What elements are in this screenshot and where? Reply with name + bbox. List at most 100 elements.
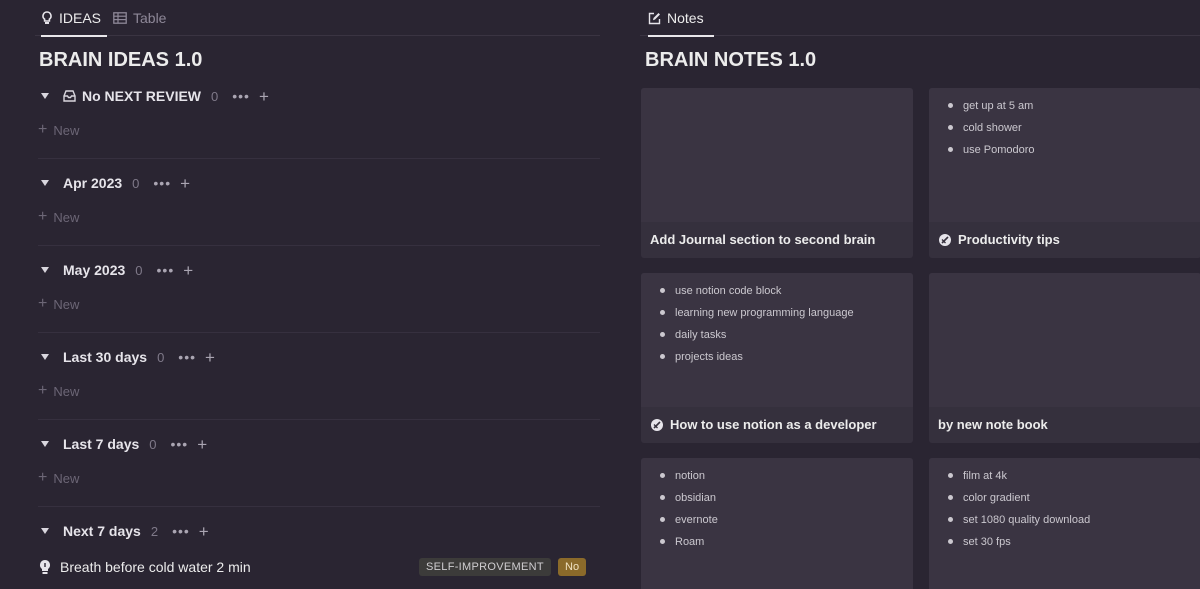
new-label: New (53, 470, 80, 486)
list-item: learning new programming language (657, 305, 913, 327)
note-card[interactable]: by new note book (929, 273, 1200, 443)
plus-icon: + (38, 121, 48, 138)
divider (38, 506, 600, 507)
group-header[interactable]: No NEXT REVIEW 0 ••• + (38, 86, 269, 106)
list-item: notion (657, 468, 913, 490)
list-item: set 30 fps (945, 534, 1200, 556)
add-item-icon[interactable]: + (180, 175, 190, 192)
plus-icon: + (38, 208, 48, 225)
note-card[interactable]: Add Journal section to second brain (641, 88, 913, 258)
card-preview (929, 273, 1200, 407)
tab-label: Notes (667, 10, 704, 26)
group-title: Last 7 days (63, 436, 140, 452)
inbox-icon (63, 90, 76, 102)
note-card[interactable]: get up at 5 am cold shower use Pomodoro … (929, 88, 1200, 258)
more-options-icon[interactable]: ••• (157, 262, 175, 278)
card-title-text: How to use notion as a developer (670, 417, 877, 432)
edit-icon (648, 12, 661, 24)
card-title: Add Journal section to second brain (650, 232, 875, 247)
new-label: New (53, 383, 80, 399)
new-label: New (53, 209, 80, 225)
group-header[interactable]: May 2023 0 ••• + (38, 260, 193, 280)
tab-table[interactable]: Table (113, 0, 173, 36)
new-item-button[interactable]: + New (38, 469, 79, 487)
status-badge: No (558, 558, 587, 576)
add-item-icon[interactable]: + (183, 262, 193, 279)
group-count: 2 (150, 523, 159, 539)
list-item: Roam (657, 534, 913, 556)
notion-logo-icon (939, 233, 951, 246)
list-item: get up at 5 am (945, 98, 1200, 120)
tab-label: IDEAS (59, 10, 102, 26)
caret-down-icon[interactable] (41, 93, 49, 99)
list-item[interactable]: Breath before cold water 2 min SELF-IMPR… (38, 557, 598, 577)
group-count: 0 (135, 262, 143, 278)
add-item-icon[interactable]: + (205, 349, 215, 366)
more-options-icon[interactable]: ••• (232, 88, 250, 104)
divider (38, 158, 600, 159)
caret-down-icon[interactable] (41, 267, 49, 273)
group-title: May 2023 (63, 262, 126, 278)
notion-logo-icon (651, 418, 663, 431)
divider (38, 245, 600, 246)
bullet-list: get up at 5 am cold shower use Pomodoro (929, 88, 1200, 164)
bullet-list: film at 4k color gradient set 1080 quali… (929, 458, 1200, 556)
bullet-list: use notion code block learning new progr… (641, 273, 913, 371)
ideas-view-tabs: IDEAS Table (35, 0, 600, 37)
note-card[interactable]: use notion code block learning new progr… (641, 273, 913, 443)
caret-down-icon[interactable] (41, 354, 49, 360)
list-item: evernote (657, 512, 913, 534)
list-item: daily tasks (657, 327, 913, 349)
note-card[interactable]: film at 4k color gradient set 1080 quali… (929, 458, 1200, 589)
new-label: New (53, 296, 80, 312)
lightbulb-icon (40, 560, 50, 574)
note-card[interactable]: notion obsidian evernote Roam (641, 458, 913, 589)
group-header[interactable]: Last 30 days 0 ••• + (38, 347, 215, 367)
add-item-icon[interactable]: + (259, 88, 269, 105)
ideas-panel: IDEAS Table BRAIN IDEAS 1.0 No NEXT REVI… (0, 0, 612, 589)
add-item-icon[interactable]: + (197, 436, 207, 453)
plus-icon: + (38, 469, 48, 486)
category-tag: SELF-IMPROVEMENT (419, 558, 551, 576)
tab-ideas[interactable]: IDEAS (41, 0, 107, 37)
card-preview (641, 88, 913, 222)
card-preview: use notion code block learning new progr… (641, 273, 913, 407)
group-header[interactable]: Last 7 days 0 ••• + (38, 434, 207, 454)
card-preview: film at 4k color gradient set 1080 quali… (929, 458, 1200, 589)
caret-down-icon[interactable] (41, 441, 49, 447)
list-item: film at 4k (945, 468, 1200, 490)
bullet-list: notion obsidian evernote Roam (641, 458, 913, 556)
tab-notes[interactable]: Notes (648, 0, 714, 37)
group-count: 0 (157, 349, 165, 365)
new-item-button[interactable]: + New (38, 382, 79, 400)
list-item: obsidian (657, 490, 913, 512)
group-title: Next 7 days (63, 523, 141, 539)
list-item: set 1080 quality download (945, 512, 1200, 534)
list-item: projects ideas (657, 349, 913, 371)
add-item-icon[interactable]: + (199, 523, 209, 540)
list-item: color gradient (945, 490, 1200, 512)
group-count: 0 (149, 436, 157, 452)
group-header[interactable]: Apr 2023 0 ••• + (38, 173, 190, 193)
card-preview: get up at 5 am cold shower use Pomodoro (929, 88, 1200, 222)
new-item-button[interactable]: + New (38, 295, 79, 313)
table-icon (113, 12, 127, 24)
new-item-button[interactable]: + New (38, 121, 79, 139)
card-title: by new note book (938, 417, 1048, 432)
page-title: BRAIN IDEAS 1.0 (39, 49, 203, 71)
caret-down-icon[interactable] (41, 180, 49, 186)
card-preview: notion obsidian evernote Roam (641, 458, 913, 589)
card-title-text: by new note book (938, 417, 1048, 432)
more-options-icon[interactable]: ••• (172, 523, 190, 539)
group-header[interactable]: Next 7 days 2 ••• + (38, 521, 209, 541)
new-item-button[interactable]: + New (38, 208, 79, 226)
card-title: Productivity tips (938, 232, 1060, 247)
caret-down-icon[interactable] (41, 528, 49, 534)
list-item: cold shower (945, 120, 1200, 142)
group-title: Last 30 days (63, 349, 148, 365)
more-options-icon[interactable]: ••• (153, 175, 171, 191)
more-options-icon[interactable]: ••• (171, 436, 189, 452)
more-options-icon[interactable]: ••• (178, 349, 196, 365)
notes-view-tabs: Notes (640, 0, 1200, 37)
divider (38, 419, 600, 420)
